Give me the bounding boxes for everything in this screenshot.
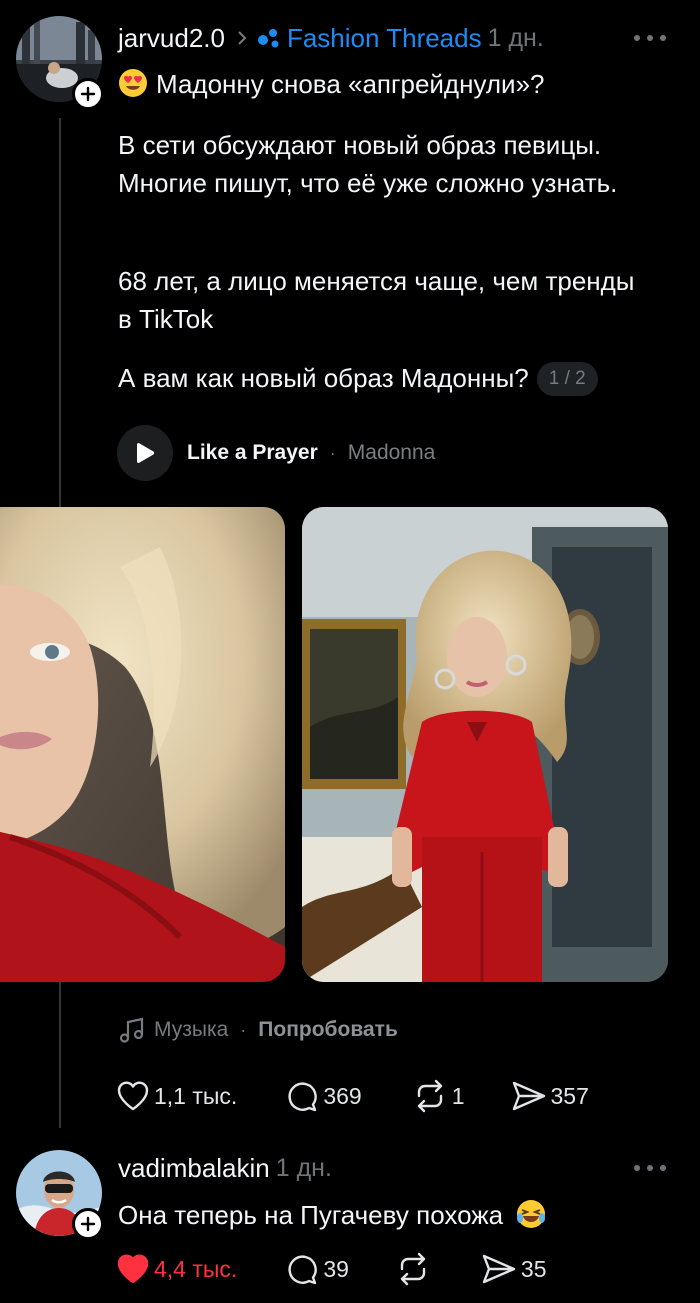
post-image-2[interactable]: [302, 507, 668, 982]
play-icon: [137, 443, 155, 463]
repost-icon: [417, 1079, 442, 1113]
plus-icon: [80, 1216, 96, 1232]
community-link[interactable]: Fashion Threads: [287, 23, 482, 54]
heart-icon: [117, 1254, 149, 1284]
post-paragraph-1: В сети обсуждают новый образ певицы. Мно…: [118, 130, 618, 198]
like-button[interactable]: 1,1 тыс.: [116, 1080, 237, 1112]
follow-button[interactable]: [72, 78, 104, 110]
post-question: А вам как новый образ Мадонны? 1 / 2: [118, 359, 688, 397]
comment-icon: [288, 1255, 318, 1285]
share-icon: [512, 1081, 545, 1111]
chevron-right-icon: [237, 30, 247, 46]
reply-time: 1 дн.: [275, 1153, 332, 1182]
reply-share-count: 35: [520, 1255, 547, 1282]
reply-repost-button[interactable]: [395, 1252, 435, 1286]
reply-share-button[interactable]: 35: [481, 1253, 547, 1285]
author-username[interactable]: jarvud2.0: [118, 23, 225, 54]
repost-icon: [400, 1252, 426, 1286]
post-header: jarvud2.0 Fashion Threads 1 дн.: [118, 18, 544, 58]
post-image-1[interactable]: [0, 507, 285, 982]
post-actions: 1,1 тыс. 369 1 357: [116, 1074, 589, 1118]
reply-actions: 4,4 тыс. 39 35: [116, 1247, 547, 1291]
comment-button[interactable]: 369: [285, 1079, 362, 1113]
reply-comment-button[interactable]: 39: [285, 1252, 349, 1286]
plus-icon: [80, 86, 96, 102]
share-count: 357: [550, 1082, 589, 1109]
more-icon[interactable]: [634, 32, 666, 44]
separator-dot: ·: [329, 442, 336, 463]
reply-text-content: Она теперь на Пугачеву похожа: [118, 1200, 504, 1230]
reply-text: Она теперь на Пугачеву похожа: [118, 1196, 546, 1234]
song-title: Like a Prayer: [187, 441, 318, 464]
community-dots-icon: [257, 28, 281, 48]
post-title-text: Мадонну снова «апгрейднули»?: [156, 69, 545, 99]
reply-username[interactable]: vadimbalakin: [118, 1153, 270, 1184]
artist-name: Madonna: [347, 441, 436, 464]
reply-header: vadimbalakin 1 дн.: [118, 1150, 332, 1186]
heart-icon: [117, 1081, 149, 1111]
heart-eyes-emoji: [119, 69, 147, 97]
laughing-emoji: [517, 1200, 546, 1228]
reply-like-count: 4,4 тыс.: [154, 1255, 238, 1282]
repost-button[interactable]: 1: [412, 1079, 465, 1113]
music-note-icon: [119, 1017, 144, 1043]
share-button[interactable]: 357: [511, 1080, 589, 1112]
like-count: 1,1 тыс.: [154, 1082, 238, 1109]
more-icon[interactable]: [634, 1162, 666, 1174]
music-try-row: Музыка · Попробовать: [118, 1014, 398, 1046]
play-button[interactable]: [117, 425, 173, 481]
reply-like-button[interactable]: 4,4 тыс.: [116, 1253, 237, 1285]
post-paragraph-2: 68 лет, а лицо меняется чаще, чем тренды…: [118, 266, 635, 334]
post-title: Мадонну снова «апгрейднули»?: [118, 65, 545, 103]
reply-follow-button[interactable]: [72, 1208, 104, 1240]
repost-count: 1: [451, 1082, 465, 1109]
music-attachment[interactable]: Like a Prayer · Madonna: [117, 425, 435, 481]
separator-dot: ·: [240, 1019, 247, 1040]
reply-comment-count: 39: [323, 1255, 349, 1282]
share-icon: [482, 1254, 516, 1284]
page-counter: 1 / 2: [536, 362, 598, 396]
post-question-text: А вам как новый образ Мадонны?: [118, 363, 529, 393]
comment-icon: [288, 1082, 318, 1112]
post-time: 1 дн.: [487, 23, 544, 52]
comment-count: 369: [323, 1082, 362, 1109]
try-button[interactable]: Попробовать: [258, 1018, 398, 1042]
music-label: Музыка: [154, 1018, 229, 1041]
